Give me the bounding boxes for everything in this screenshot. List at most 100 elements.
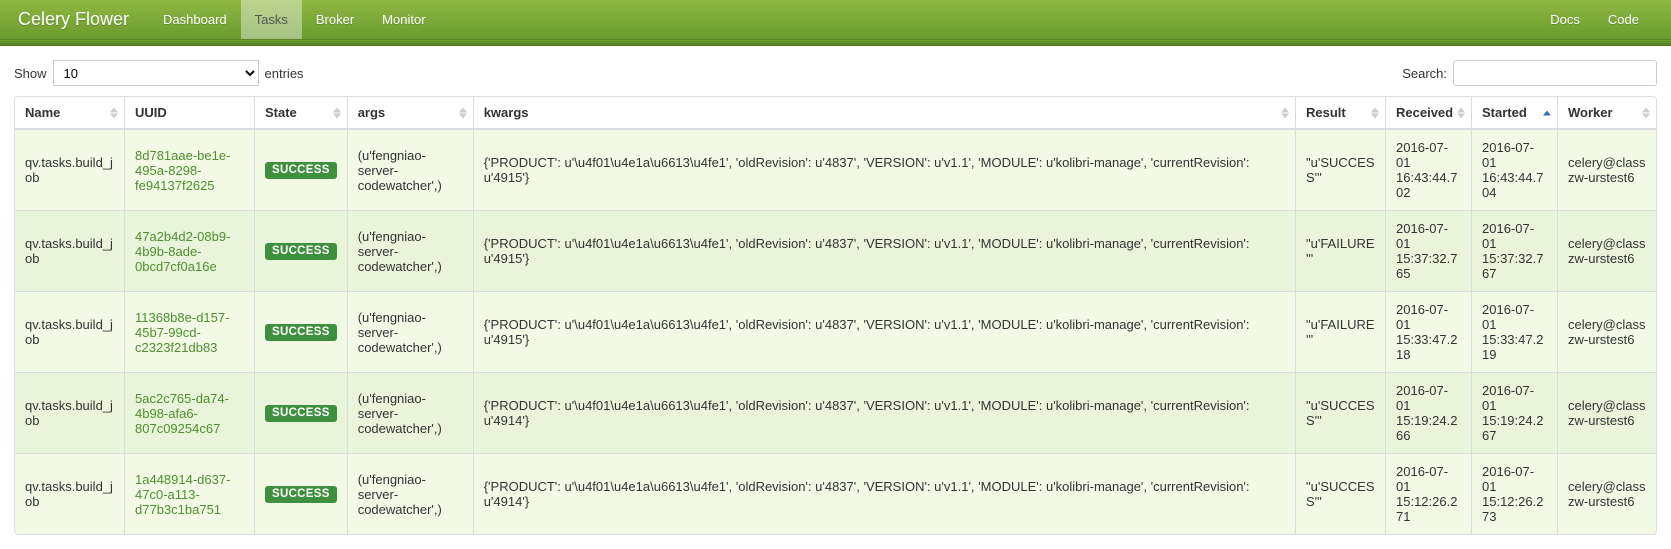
- cell-kwargs: {'PRODUCT': u'\u4f01\u4e1a\u6613\u4fe1',…: [474, 291, 1296, 372]
- cell-worker: celery@classzw-urstest6: [1558, 210, 1656, 291]
- col-header-state[interactable]: State: [255, 97, 348, 129]
- sort-desc-icon: [1642, 113, 1650, 118]
- cell-result: "u'SUCCESS'": [1296, 453, 1386, 534]
- cell-kwargs: {'PRODUCT': u'\u4f01\u4e1a\u6613\u4fe1',…: [474, 210, 1296, 291]
- cell-started: 2016-07-01 16:43:44.704: [1472, 129, 1558, 210]
- table-controls: Show 10 entries Search:: [0, 46, 1671, 96]
- cell-started: 2016-07-01 15:12:26.273: [1472, 453, 1558, 534]
- cell-received: 2016-07-01 16:43:44.702: [1386, 129, 1472, 210]
- cell-state: SUCCESS: [255, 210, 348, 291]
- col-header-worker[interactable]: Worker: [1558, 97, 1656, 129]
- sort-asc-icon: [1457, 107, 1465, 112]
- cell-state: SUCCESS: [255, 453, 348, 534]
- page-length-select[interactable]: 10: [53, 60, 259, 86]
- cell-worker: celery@classzw-urstest6: [1558, 372, 1656, 453]
- tasks-table: Name UUID State args kwargs Result Recei…: [14, 96, 1657, 535]
- uuid-link[interactable]: 47a2b4d2-08b9-4b9b-8ade-0bcd7cf0a16e: [135, 229, 230, 274]
- navbar: Celery Flower DashboardTasksBrokerMonito…: [0, 0, 1671, 40]
- sort-asc-icon: [1543, 110, 1551, 115]
- cell-kwargs: {'PRODUCT': u'\u4f01\u4e1a\u6613\u4fe1',…: [474, 453, 1296, 534]
- cell-worker: celery@classzw-urstest6: [1558, 291, 1656, 372]
- col-header-name[interactable]: Name: [15, 97, 125, 129]
- uuid-link[interactable]: 11368b8e-d157-45b7-99cd-c2323f21db83: [135, 310, 229, 355]
- cell-name: qv.tasks.build_job: [15, 453, 125, 534]
- cell-result: "u'FAILURE'": [1296, 291, 1386, 372]
- cell-args: (u'fengniao-server-codewatcher',): [348, 210, 474, 291]
- nav-item-monitor[interactable]: Monitor: [368, 0, 439, 39]
- state-badge: SUCCESS: [265, 486, 337, 503]
- cell-name: qv.tasks.build_job: [15, 372, 125, 453]
- cell-started: 2016-07-01 15:37:32.767: [1472, 210, 1558, 291]
- state-badge: SUCCESS: [265, 243, 337, 260]
- cell-received: 2016-07-01 15:37:32.765: [1386, 210, 1472, 291]
- search-label: Search:: [1402, 66, 1447, 81]
- cell-result: "u'SUCCESS'": [1296, 129, 1386, 210]
- sort-desc-icon: [1457, 113, 1465, 118]
- sort-asc-icon: [1371, 107, 1379, 112]
- state-badge: SUCCESS: [265, 405, 337, 422]
- nav-left: DashboardTasksBrokerMonitor: [149, 0, 440, 39]
- table-row: qv.tasks.build_job8d781aae-be1e-495a-829…: [15, 129, 1656, 210]
- col-header-args[interactable]: args: [348, 97, 474, 129]
- cell-started: 2016-07-01 15:33:47.219: [1472, 291, 1558, 372]
- cell-received: 2016-07-01 15:12:26.271: [1386, 453, 1472, 534]
- state-badge: SUCCESS: [265, 324, 337, 341]
- cell-worker: celery@classzw-urstest6: [1558, 129, 1656, 210]
- nav-item-code[interactable]: Code: [1594, 0, 1653, 39]
- table-row: qv.tasks.build_job11368b8e-d157-45b7-99c…: [15, 291, 1656, 372]
- cell-args: (u'fengniao-server-codewatcher',): [348, 453, 474, 534]
- state-badge: SUCCESS: [265, 162, 337, 179]
- table-header-row: Name UUID State args kwargs Result Recei…: [15, 97, 1656, 129]
- nav-right: DocsCode: [1536, 0, 1653, 39]
- cell-worker: celery@classzw-urstest6: [1558, 453, 1656, 534]
- sort-desc-icon: [1371, 113, 1379, 118]
- nav-item-tasks[interactable]: Tasks: [241, 0, 302, 39]
- cell-state: SUCCESS: [255, 291, 348, 372]
- table-body: qv.tasks.build_job8d781aae-be1e-495a-829…: [15, 129, 1656, 534]
- nav-item-broker[interactable]: Broker: [302, 0, 368, 39]
- cell-kwargs: {'PRODUCT': u'\u4f01\u4e1a\u6613\u4fe1',…: [474, 372, 1296, 453]
- entries-label: entries: [265, 66, 304, 81]
- search-input[interactable]: [1453, 60, 1657, 86]
- sort-desc-icon: [459, 113, 467, 118]
- cell-uuid: 5ac2c765-da74-4b98-afa6-807c09254c67: [125, 372, 255, 453]
- cell-uuid: 1a448914-d637-47c0-a113-d77b3c1ba751: [125, 453, 255, 534]
- cell-uuid: 47a2b4d2-08b9-4b9b-8ade-0bcd7cf0a16e: [125, 210, 255, 291]
- cell-result: "u'FAILURE'": [1296, 210, 1386, 291]
- cell-name: qv.tasks.build_job: [15, 210, 125, 291]
- cell-received: 2016-07-01 15:19:24.266: [1386, 372, 1472, 453]
- col-header-received[interactable]: Received: [1386, 97, 1472, 129]
- uuid-link[interactable]: 1a448914-d637-47c0-a113-d77b3c1ba751: [135, 472, 230, 517]
- sort-asc-icon: [459, 107, 467, 112]
- cell-args: (u'fengniao-server-codewatcher',): [348, 129, 474, 210]
- show-label: Show: [14, 66, 47, 81]
- sort-asc-icon: [1642, 107, 1650, 112]
- brand[interactable]: Celery Flower: [18, 9, 129, 30]
- uuid-link[interactable]: 8d781aae-be1e-495a-8298-fe94137f2625: [135, 148, 230, 193]
- cell-uuid: 11368b8e-d157-45b7-99cd-c2323f21db83: [125, 291, 255, 372]
- cell-result: "u'SUCCESS'": [1296, 372, 1386, 453]
- sort-asc-icon: [333, 107, 341, 112]
- cell-uuid: 8d781aae-be1e-495a-8298-fe94137f2625: [125, 129, 255, 210]
- col-header-result[interactable]: Result: [1296, 97, 1386, 129]
- cell-name: qv.tasks.build_job: [15, 291, 125, 372]
- cell-args: (u'fengniao-server-codewatcher',): [348, 372, 474, 453]
- sort-desc-icon: [1281, 113, 1289, 118]
- cell-args: (u'fengniao-server-codewatcher',): [348, 291, 474, 372]
- cell-started: 2016-07-01 15:19:24.267: [1472, 372, 1558, 453]
- col-header-kwargs[interactable]: kwargs: [474, 97, 1296, 129]
- nav-item-docs[interactable]: Docs: [1536, 0, 1594, 39]
- cell-state: SUCCESS: [255, 372, 348, 453]
- cell-name: qv.tasks.build_job: [15, 129, 125, 210]
- sort-desc-icon: [333, 113, 341, 118]
- table-row: qv.tasks.build_job47a2b4d2-08b9-4b9b-8ad…: [15, 210, 1656, 291]
- cell-kwargs: {'PRODUCT': u'\u4f01\u4e1a\u6613\u4fe1',…: [474, 129, 1296, 210]
- sort-asc-icon: [1281, 107, 1289, 112]
- table-row: qv.tasks.build_job1a448914-d637-47c0-a11…: [15, 453, 1656, 534]
- nav-item-dashboard[interactable]: Dashboard: [149, 0, 241, 39]
- uuid-link[interactable]: 5ac2c765-da74-4b98-afa6-807c09254c67: [135, 391, 229, 436]
- col-header-uuid[interactable]: UUID: [125, 97, 255, 129]
- col-header-started[interactable]: Started: [1472, 97, 1558, 129]
- cell-state: SUCCESS: [255, 129, 348, 210]
- sort-asc-icon: [110, 107, 118, 112]
